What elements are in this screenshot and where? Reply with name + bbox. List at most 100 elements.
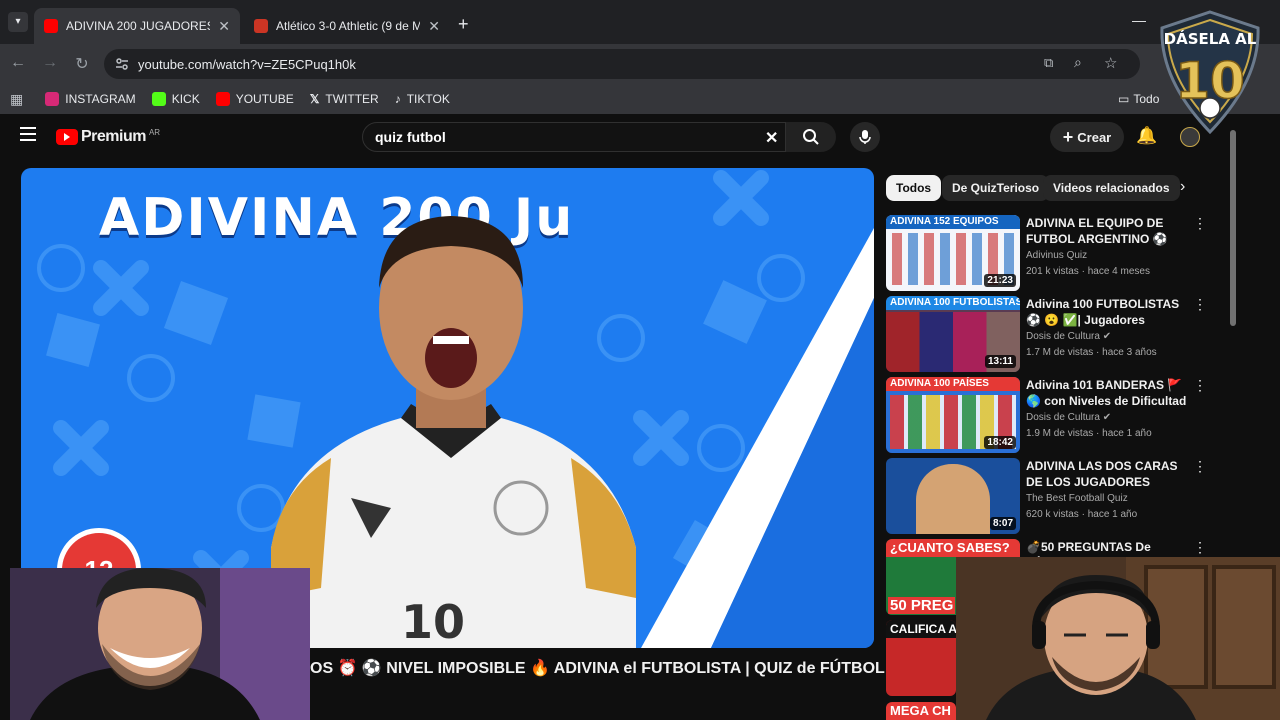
plus-icon: +: [1062, 126, 1074, 147]
video-title: ADIVINA LAS DOS CARAS DE LOS JUGADORES F…: [1026, 459, 1178, 489]
apps-grid-icon[interactable]: ▦: [10, 91, 23, 108]
verified-icon: ✔: [1102, 412, 1112, 423]
jersey-number: 10: [401, 595, 465, 648]
atletico-favicon-icon: [254, 19, 268, 33]
url-text: youtube.com/watch?v=ZE5CPuq1h0k: [138, 56, 356, 72]
bookmark-kick[interactable]: KICK: [151, 92, 200, 106]
webcam-person: [10, 568, 310, 720]
player-figure: 10: [271, 216, 636, 648]
duration: 21:23: [984, 274, 1016, 287]
kick-icon: [151, 92, 166, 106]
voice-search-button[interactable]: [850, 122, 880, 152]
thumbnail-band: ¿CUANTO SABES?: [886, 539, 1020, 557]
tab-inactive[interactable]: Atlético 3-0 Athletic (9 de May ✕: [244, 8, 450, 44]
youtube-logo[interactable]: Premium AR: [56, 128, 160, 146]
chip-todos[interactable]: Todos: [886, 175, 942, 201]
channel-name[interactable]: Dosis de Cultura ✔: [1026, 412, 1111, 423]
streamer-webcam-right: [956, 557, 1280, 720]
duration: 13:11: [984, 355, 1016, 368]
channel-name[interactable]: Dosis de Cultura ✔: [1026, 331, 1111, 342]
reload-icon[interactable]: ↻: [72, 54, 92, 74]
partial-thumb-text: 50 PREG: [888, 597, 956, 614]
microphone-icon: [859, 130, 871, 144]
more-options-icon[interactable]: ⋮: [1192, 215, 1208, 232]
close-tab-icon[interactable]: ✕: [428, 18, 440, 35]
chip-de-quizterioso[interactable]: De QuizTerioso: [942, 175, 1050, 201]
list-item[interactable]: ADIVINA 100 PAÍSES 18:42 Adivina 101 BAN…: [886, 377, 1216, 453]
youtube-play-icon: [56, 129, 78, 145]
clear-search-icon[interactable]: ✕: [765, 128, 778, 148]
more-options-icon[interactable]: ⋮: [1192, 458, 1208, 475]
search-button[interactable]: [786, 122, 836, 152]
instagram-icon: [45, 92, 60, 106]
region-code: AR: [148, 127, 161, 137]
tab-title: ADIVINA 200 JUGADORES en 3: [66, 19, 211, 33]
channel-name[interactable]: The Best Football Quiz: [1026, 493, 1128, 504]
thumbnail-band: ADIVINA 152 EQUIPOS: [886, 215, 1020, 229]
tab-title: Atlético 3-0 Athletic (9 de May: [276, 19, 421, 33]
install-app-icon[interactable]: ⧉: [1044, 55, 1053, 71]
bookmark-tiktok[interactable]: ♪ TIKTOK: [395, 92, 450, 106]
dasela-al-10-logo: DÁSELA AL 10: [1156, 10, 1264, 135]
more-options-icon[interactable]: ⋮: [1192, 296, 1208, 313]
thumbnail-band: ADIVINA 100 PAÍSES: [886, 377, 1020, 391]
channel-name[interactable]: Adivinus Quiz: [1026, 250, 1087, 261]
partial-thumb-text: CALIFICA A: [886, 620, 956, 638]
youtube-icon: [215, 92, 230, 106]
video-title: Adivina 101 BANDERAS 🚩 🌎 con Niveles de …: [1026, 378, 1187, 408]
minimize-window-button[interactable]: —: [1132, 12, 1146, 28]
verified-icon: ✔: [1102, 331, 1112, 342]
duration: 18:42: [984, 436, 1016, 449]
video-title: OS ⏰ ⚽ NIVEL IMPOSIBLE 🔥 ADIVINA el FUTB…: [310, 660, 885, 677]
back-arrow-icon[interactable]: ←: [8, 54, 28, 72]
tab-active[interactable]: ADIVINA 200 JUGADORES en 3 ✕: [34, 8, 240, 44]
bookmark-star-icon[interactable]: ☆: [1104, 54, 1117, 72]
browser-toolbar: ← → ↻ youtube.com/watch?v=ZE5CPuq1h0k ⧉ …: [0, 44, 1280, 84]
video-thumbnail[interactable]: CALIFICA A: [886, 620, 956, 696]
bookmark-youtube[interactable]: YOUTUBE: [215, 92, 294, 106]
video-meta: 1.9 M de vistas · hace 1 año: [1026, 428, 1152, 439]
chip-videos-relacionados[interactable]: Videos relacionados: [1043, 175, 1180, 201]
zoom-icon[interactable]: ⌕: [1074, 54, 1082, 71]
thumbnail-band: ADIVINA 100 FUTBOLISTAS: [886, 296, 1020, 310]
duration: 8:07: [989, 517, 1016, 530]
tab-search-button[interactable]: ▾: [8, 12, 28, 32]
close-tab-icon[interactable]: ✕: [218, 18, 230, 35]
address-bar[interactable]: youtube.com/watch?v=ZE5CPuq1h0k ⧉ ⌕ ☆: [104, 49, 1140, 79]
video-thumbnail[interactable]: ADIVINA 152 EQUIPOS 21:23: [886, 215, 1020, 291]
menu-icon[interactable]: [20, 127, 36, 141]
forward-arrow-icon[interactable]: →: [40, 54, 60, 72]
list-item[interactable]: 8:07 ADIVINA LAS DOS CARAS DE LOS JUGADO…: [886, 458, 1216, 534]
chevron-right-icon[interactable]: ›: [1180, 178, 1185, 196]
video-thumbnail[interactable]: ADIVINA 100 PAÍSES 18:42: [886, 377, 1020, 453]
create-button[interactable]: + Crear: [1050, 122, 1124, 152]
bookmark-instagram[interactable]: INSTAGRAM: [45, 92, 136, 106]
video-thumbnail[interactable]: ADIVINA 100 FUTBOLISTAS 13:11: [886, 296, 1020, 372]
bookmarks-folder[interactable]: ▭ Todo: [1118, 92, 1159, 106]
browser-tab-bar: ▾ ADIVINA 200 JUGADORES en 3 ✕ Atlético …: [0, 0, 1280, 44]
fused-faces: [916, 464, 990, 534]
more-options-icon[interactable]: ⋮: [1192, 377, 1208, 394]
video-meta: 201 k vistas · hace 4 meses: [1026, 266, 1150, 277]
bookmark-twitter[interactable]: 𝕏 TWITTER: [310, 92, 379, 106]
logo-line1: DÁSELA AL: [1164, 29, 1257, 48]
folder-icon: ▭: [1118, 92, 1130, 106]
search-value: quiz futbol: [375, 129, 446, 145]
list-item[interactable]: ADIVINA 100 FUTBOLISTAS 13:11 Adivina 10…: [886, 296, 1216, 372]
search-icon: [803, 129, 819, 145]
list-item[interactable]: ADIVINA 152 EQUIPOS 21:23 ADIVINA EL EQU…: [886, 215, 1216, 291]
scrollbar[interactable]: [1230, 130, 1236, 326]
tiktok-icon: ♪: [394, 92, 401, 106]
bookmarks-bar: ▦ INSTAGRAM KICK YOUTUBE 𝕏 TWITTER ♪ TIKTO…: [0, 84, 1280, 114]
more-options-icon[interactable]: ⋮: [1192, 539, 1208, 556]
video-thumbnail[interactable]: 8:07: [886, 458, 1020, 534]
video-thumbnail[interactable]: MEGA CH: [886, 702, 956, 720]
youtube-header: Premium AR quiz futbol ✕ + Crear 🔔: [0, 114, 1240, 160]
video-meta: 1.7 M de vistas · hace 3 años: [1026, 347, 1157, 358]
video-title: ADIVINA EL EQUIPO DE FUTBOL ARGENTINO ⚽ …: [1026, 216, 1168, 246]
new-tab-button[interactable]: +: [458, 14, 469, 35]
site-info-icon[interactable]: [114, 56, 130, 72]
search-input[interactable]: quiz futbol ✕: [362, 122, 786, 152]
youtube-favicon-icon: [44, 19, 58, 33]
notifications-bell-icon[interactable]: 🔔: [1136, 126, 1157, 146]
